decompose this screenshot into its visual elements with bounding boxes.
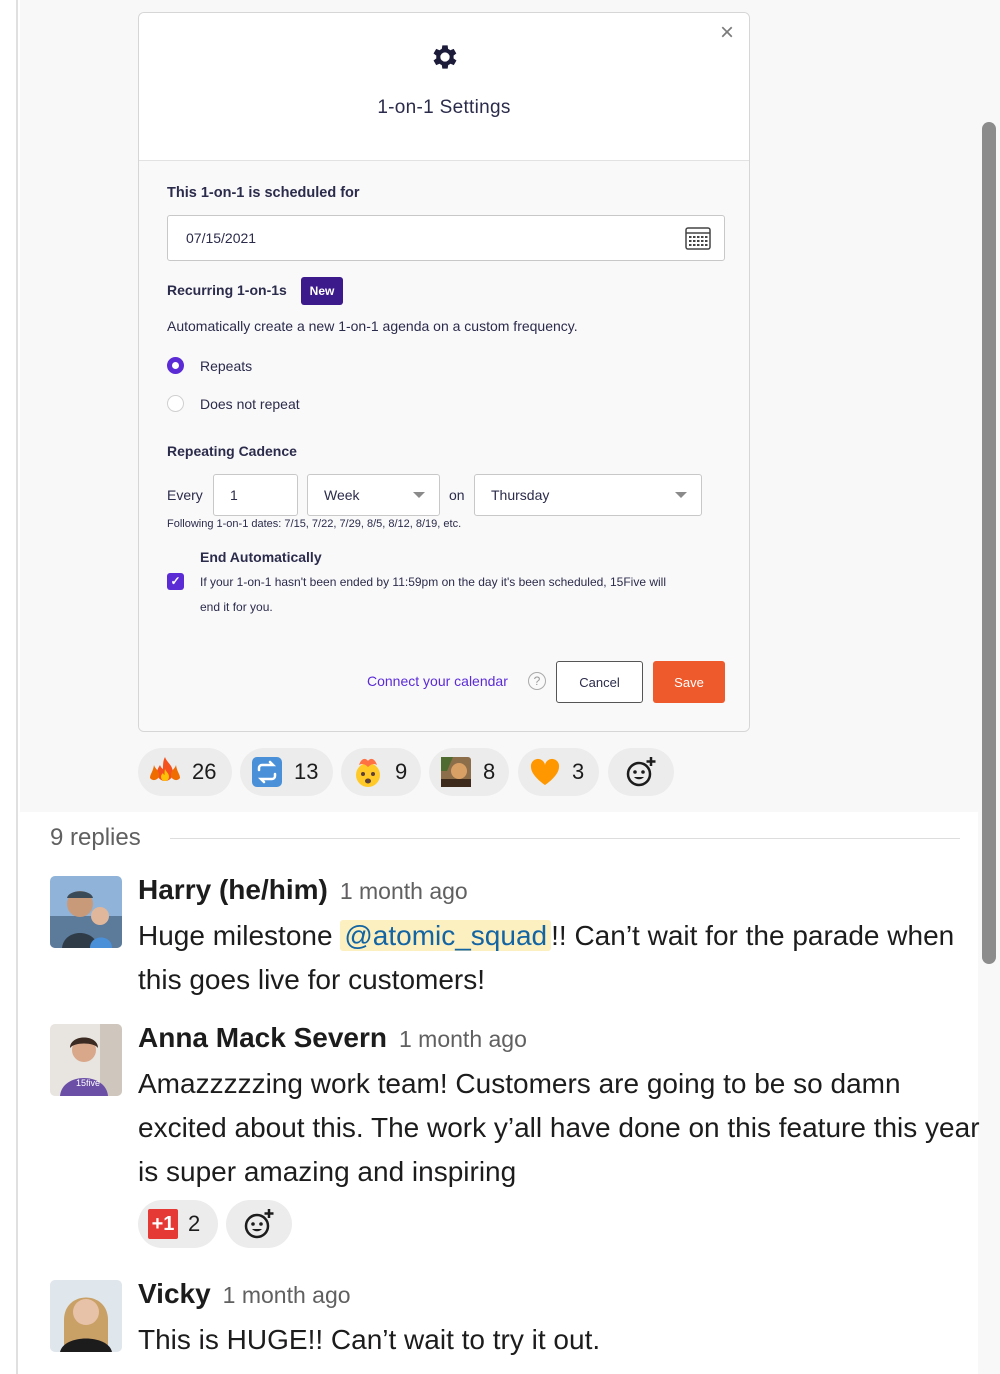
reaction-count: 2 [188,1211,201,1236]
reaction-orange-heart[interactable]: 3 [518,748,599,796]
message-body: Huge milestone @atomic_squad!! Can’t wai… [138,914,978,1002]
gear-icon [433,45,457,69]
recurring-description: Automatically create a new 1-on-1 agenda… [167,318,578,334]
message-author[interactable]: Harry (he/him) 1 month ago [138,874,468,906]
left-border [0,0,18,1374]
day-value: Thursday [491,487,550,503]
author-name[interactable]: Anna Mack Severn [138,1022,387,1053]
date-input[interactable]: 07/15/2021 [167,215,725,261]
reaction-plus-one[interactable]: +1 2 [138,1200,218,1248]
message-text: Huge milestone [138,920,341,951]
settings-modal: 1-on-1 Settings × This 1-on-1 is schedul… [138,12,750,732]
cancel-button[interactable]: Cancel [556,661,643,703]
orange-heart-icon [530,758,560,785]
reaction-count: 9 [395,759,408,784]
message-author[interactable]: Vicky 1 month ago [138,1278,351,1310]
avatar[interactable] [50,1280,122,1352]
following-dates: Following 1-on-1 dates: 7/15, 7/22, 7/29… [167,518,462,530]
date-value: 07/15/2021 [186,230,257,246]
message-body: Amazzzzzing work team! Customers are goi… [138,1068,980,1187]
author-name[interactable]: Harry (he/him) [138,874,328,905]
connect-calendar-link[interactable]: Connect your calendar [367,673,508,689]
message-time[interactable]: 1 month ago [223,1282,351,1308]
radio-does-not-repeat[interactable] [167,395,184,412]
save-button[interactable]: Save [653,661,725,703]
message-time[interactable]: 1 month ago [340,878,468,904]
end-auto-desc-2: end it for you. [200,600,273,614]
modal-body: This 1-on-1 is scheduled for 07/15/2021 … [139,161,749,731]
period-value: Week [324,487,360,503]
on-label: on [449,487,465,503]
add-reaction-button[interactable] [226,1200,292,1248]
calendar-icon[interactable] [685,226,711,250]
cadence-label: Repeating Cadence [167,443,297,459]
help-icon[interactable]: ? [528,672,546,690]
option-no-repeat-label: Does not repeat [200,396,300,412]
avatar[interactable] [50,876,122,948]
avatar[interactable]: 15five [50,1024,122,1096]
svg-text:15five: 15five [76,1078,100,1088]
chevron-down-icon [675,492,687,498]
mention-link[interactable]: @atomic_squad [340,920,552,951]
add-reaction-icon [626,757,656,787]
end-auto-label: End Automatically [200,549,322,565]
custom-emoji-icon [441,757,471,787]
replies-divider [170,838,960,839]
modal-header: 1-on-1 Settings × [139,13,749,161]
repeat-icon [252,757,282,787]
recurring-label: Recurring 1-on-1s [167,282,287,298]
reaction-mind-blown[interactable]: 9 [341,748,421,796]
add-reaction-button[interactable] [608,748,674,796]
plus-one-icon: +1 [148,1209,178,1239]
scrollbar[interactable] [982,122,996,964]
option-repeats-label: Repeats [200,358,253,374]
message-author[interactable]: Anna Mack Severn 1 month ago [138,1022,527,1054]
chevron-down-icon [413,492,425,498]
new-badge: New [301,277,343,305]
period-select[interactable]: Week [307,474,440,516]
message-time[interactable]: 1 month ago [399,1026,527,1052]
modal-title: 1-on-1 Settings [377,97,511,118]
end-auto-desc-1: If your 1-on-1 hasn't been ended by 11:5… [200,575,666,589]
scheduled-label: This 1-on-1 is scheduled for [167,185,360,201]
reaction-count: 3 [572,759,585,784]
reaction-repeat[interactable]: 13 [240,748,333,796]
reaction-count: 26 [192,759,217,784]
radio-repeats[interactable] [167,357,184,374]
add-reaction-icon [244,1209,274,1239]
replies-count[interactable]: 9 replies [50,824,141,852]
end-auto-checkbox[interactable]: ✓ [167,573,184,590]
every-label: Every [167,487,203,503]
message-body: This is HUGE!! Can’t wait to try it out. [138,1324,601,1355]
mind-blown-icon [356,758,380,787]
fire-icon [150,757,180,781]
reaction-custom[interactable]: 8 [429,748,509,796]
every-input[interactable]: 1 [213,474,298,516]
reaction-count: 13 [294,759,319,784]
close-icon[interactable]: × [715,21,739,45]
author-name[interactable]: Vicky [138,1278,211,1309]
reaction-count: 8 [483,759,496,784]
reaction-fire[interactable]: 26 [138,748,232,796]
day-select[interactable]: Thursday [474,474,702,516]
